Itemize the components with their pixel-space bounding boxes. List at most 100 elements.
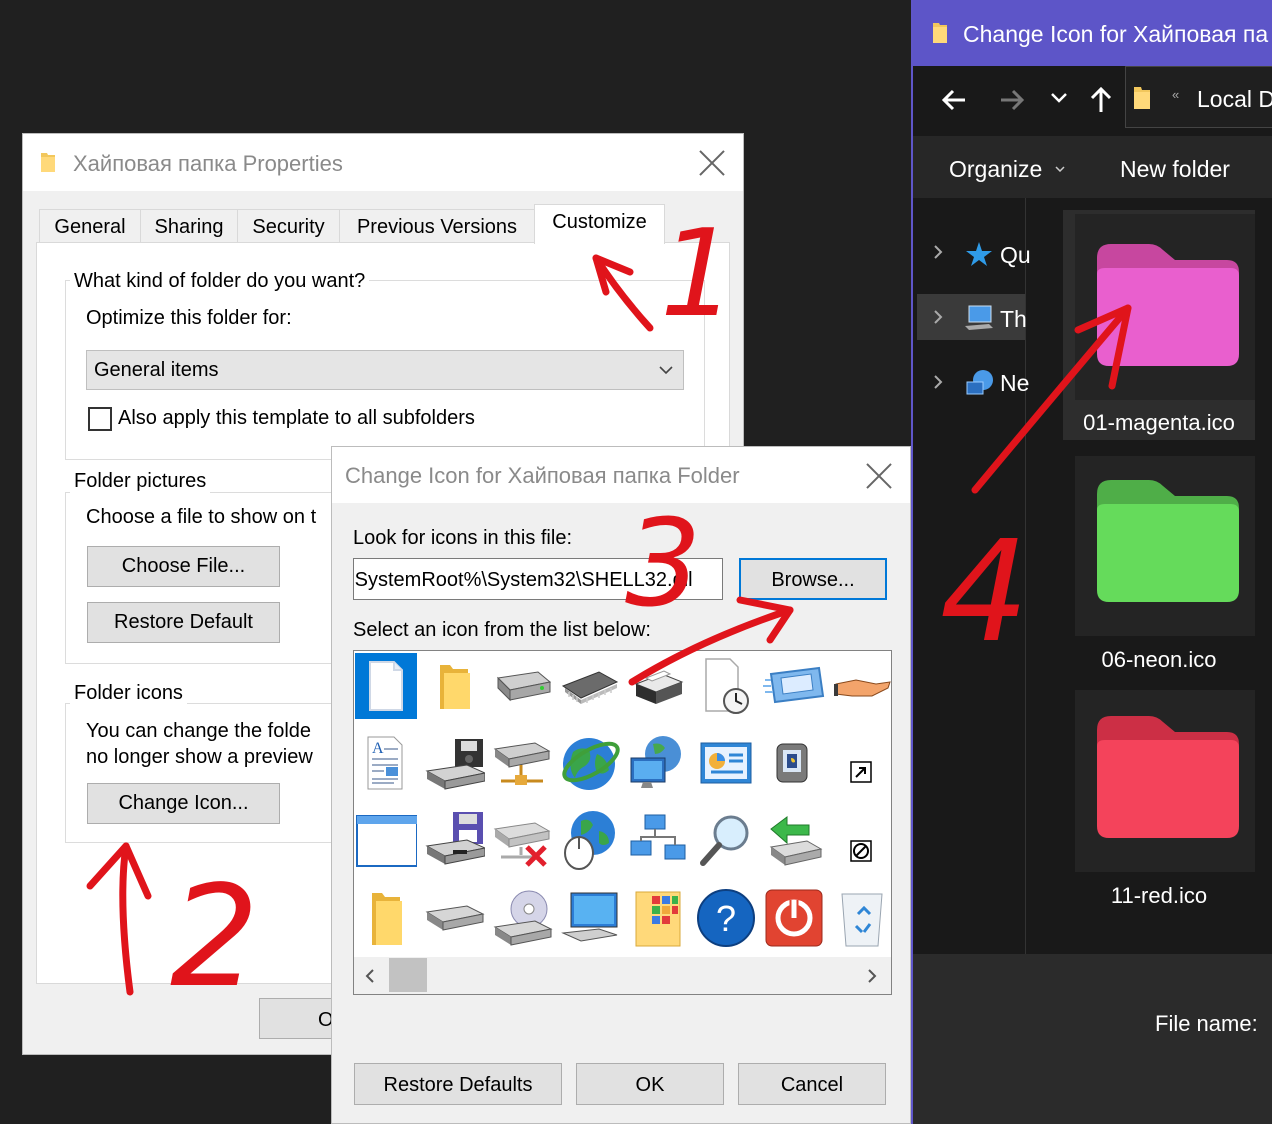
file-picker-window: Change Icon for Хайповая па « Local D Or…	[911, 0, 1272, 1124]
close-icon[interactable]	[697, 148, 727, 178]
folder-icon	[1134, 87, 1150, 109]
picker-titlebar: Change Icon for Хайповая па	[913, 0, 1272, 66]
search-icon[interactable]	[695, 807, 757, 873]
globe-icon[interactable]	[559, 730, 621, 796]
nav-item-network[interactable]: Ne	[1000, 370, 1029, 397]
folder-icon	[933, 23, 947, 43]
optimize-select-value: General items	[94, 359, 219, 381]
image-folder-icon[interactable]	[627, 885, 689, 951]
blank-document-icon[interactable]	[355, 653, 417, 719]
navigation-pane: Qu Th Ne	[913, 198, 1031, 954]
scrollbar-thumb[interactable]	[389, 958, 427, 992]
network-icon	[966, 370, 993, 395]
chevron-down-icon	[659, 366, 673, 375]
chevron-down-icon[interactable]	[1051, 92, 1067, 104]
back-arrow-icon[interactable]	[941, 88, 967, 112]
application-window-icon[interactable]	[355, 807, 417, 873]
breadcrumb-overflow-icon[interactable]: «	[1172, 87, 1179, 102]
ok-button[interactable]: OK	[576, 1063, 724, 1105]
network-globe-icon[interactable]	[627, 730, 689, 796]
printer-icon[interactable]	[627, 653, 689, 719]
folder-icon[interactable]	[423, 653, 485, 719]
picker-footer: File name:	[913, 954, 1272, 1124]
text-document-icon[interactable]: A	[355, 730, 417, 796]
tab-sharing[interactable]: Sharing	[140, 209, 238, 243]
monitor-icon[interactable]	[559, 885, 621, 951]
scroll-right-icon[interactable]	[866, 969, 878, 983]
scroll-left-icon[interactable]	[364, 969, 376, 983]
folder-type-group-label: What kind of folder do you want?	[70, 270, 370, 293]
network-computers-icon[interactable]	[627, 807, 689, 873]
caret-down-icon	[1055, 166, 1065, 172]
chevron-right-icon[interactable]	[933, 309, 943, 325]
change-icon-title: Change Icon for Хайповая папка Folder	[345, 463, 740, 488]
shortcut-arrow-icon[interactable]	[831, 730, 891, 796]
folder-icon	[41, 153, 55, 172]
control-panel-icon[interactable]	[695, 730, 757, 796]
select-icon-label: Select an icon from the list below:	[353, 619, 651, 641]
restore-default-button[interactable]: Restore Default	[87, 602, 280, 643]
folder-icons-text-line1: You can change the folde	[86, 720, 312, 742]
look-for-label: Look for icons in this file:	[353, 527, 572, 549]
apply-template-label: Also apply this template to all subfolde…	[118, 407, 475, 429]
change-icon-button[interactable]: Change Icon...	[87, 783, 280, 824]
choose-file-text: Choose a file to show on t	[86, 506, 317, 528]
forward-arrow-icon[interactable]	[999, 88, 1025, 112]
apply-template-checkbox[interactable]	[88, 407, 112, 431]
scheduled-document-icon[interactable]	[695, 653, 757, 719]
blocked-icon[interactable]	[831, 807, 891, 873]
power-icon[interactable]	[763, 885, 825, 951]
tab-security[interactable]: Security	[237, 209, 340, 243]
file-tile[interactable]: 01-magenta.ico	[1063, 210, 1255, 440]
browse-button[interactable]: Browse...	[739, 558, 887, 600]
nav-item-this-pc[interactable]: Th	[1000, 306, 1027, 333]
memory-chip-icon[interactable]	[559, 653, 621, 719]
new-folder-button[interactable]: New folder	[1120, 156, 1230, 183]
organize-menu[interactable]: Organize	[949, 156, 1042, 183]
cd-drive-icon[interactable]	[491, 885, 553, 951]
help-icon[interactable]: ?	[695, 885, 757, 951]
icon-file-path-input[interactable]: ›SystemRoot%\System32\SHELL32.dll	[353, 558, 723, 600]
floppy-drive-icon[interactable]	[423, 730, 485, 796]
nav-item-quick-access[interactable]: Qu	[1000, 242, 1031, 269]
properties-titlebar: Хайповая папка Properties	[23, 134, 743, 191]
optimize-select[interactable]: General items	[86, 350, 684, 390]
red-folder-icon	[1097, 716, 1239, 838]
file-name-label: File name:	[1155, 1011, 1258, 1036]
sharing-hand-icon[interactable]	[831, 653, 891, 719]
network-drive-icon[interactable]	[491, 730, 553, 796]
chevron-right-icon[interactable]	[933, 244, 943, 260]
phone-icon[interactable]	[763, 730, 825, 796]
address-text: Local D	[1197, 86, 1272, 112]
file-name: 06-neon.ico	[1101, 647, 1217, 672]
file-name: 01-magenta.ico	[1083, 410, 1235, 435]
tab-customize[interactable]: Customize	[534, 204, 665, 244]
icon-list-scrollbar[interactable]	[354, 957, 891, 994]
file-tile[interactable]	[1075, 456, 1255, 636]
green-arrow-drive-icon[interactable]	[763, 807, 825, 873]
choose-file-button[interactable]: Choose File...	[87, 546, 280, 587]
display-window-icon[interactable]	[763, 653, 825, 719]
address-bar[interactable]: « Local D	[1125, 66, 1272, 128]
computer-icon	[965, 305, 993, 330]
floppy-save-icon[interactable]	[423, 807, 485, 873]
restore-defaults-button[interactable]: Restore Defaults	[354, 1063, 562, 1105]
recycle-bin-icon[interactable]	[831, 885, 891, 951]
folder-icon[interactable]	[355, 885, 417, 951]
folder-icons-group-label: Folder icons	[70, 682, 187, 705]
disconnected-drive-icon[interactable]	[491, 807, 553, 873]
icon-list[interactable]: A ?	[353, 650, 892, 995]
properties-title: Хайповая папка Properties	[73, 151, 343, 176]
svg-text:?: ?	[716, 898, 736, 939]
up-arrow-icon[interactable]	[1089, 86, 1113, 114]
file-tile[interactable]	[1075, 690, 1255, 872]
disk-drive-icon[interactable]	[423, 885, 485, 951]
tab-general[interactable]: General	[39, 209, 141, 243]
file-name: 11-red.ico	[1110, 883, 1208, 908]
cancel-button[interactable]: Cancel	[738, 1063, 886, 1105]
close-icon[interactable]	[864, 461, 894, 491]
tab-previous-versions[interactable]: Previous Versions	[339, 209, 535, 243]
mouse-globe-icon[interactable]	[559, 807, 621, 873]
chevron-right-icon[interactable]	[933, 374, 943, 390]
hard-drive-icon[interactable]	[491, 653, 553, 719]
